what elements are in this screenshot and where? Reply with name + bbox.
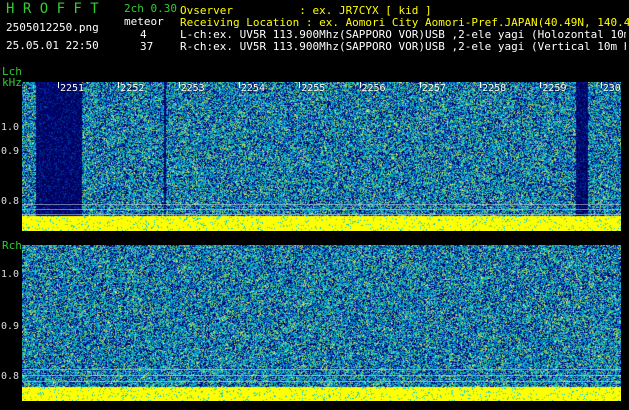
app-title: H R O F F T [6,1,99,17]
time-mark-label: 2252 [120,83,145,94]
meteor-label: meteor [124,15,164,28]
rch-ytick-1: 1.0 [1,269,20,280]
lch-ytick-2: 0.9 [1,146,20,157]
time-mark-label: 2254 [240,83,265,94]
rch-label: Rch [2,239,22,252]
rch-spectrogram [22,245,621,401]
time-mark-label: 2253 [180,83,205,94]
rch-ytick-2: 0.9 [1,321,20,332]
lch-spectrogram: 2251 2252 2253 2254 2255 2256 2257 2258 2259 2300 [22,82,621,231]
time-mark-label: 2300 [602,83,621,94]
time-mark-tick [600,82,602,88]
time-mark-label: 2257 [421,83,446,94]
time-mark-label: 2255 [301,83,326,94]
lch-ref-line-1 [22,204,621,205]
time-mark-tick [58,82,59,88]
time-mark-tick [419,82,421,88]
rch-ref-line-2 [22,375,621,376]
datetime: 25.05.01 22:50 [6,39,99,52]
time-mark-tick [178,82,180,88]
rch-ref-line-1 [22,369,621,370]
time-mark-label: 2258 [482,83,507,94]
lch-ytick-1: 1.0 [1,122,20,133]
lch-unit-label: kHz [2,76,22,89]
rch-info-line: R-ch:ex. UV5R 113.900Mhz(SAPPORO VOR)USB… [180,41,626,53]
time-mark-tick [359,82,361,88]
rch-ytick-3: 0.8 [1,371,20,382]
time-mark-label: 2259 [542,83,567,94]
lch-ref-line-2 [22,209,621,210]
rch-spectrogram-canvas [22,245,621,401]
channel-label: 2ch 0.30 [124,2,177,15]
filename: 2505012250.png [6,21,99,34]
lch-ref-line-3 [22,214,621,215]
time-mark-label: 2251 [60,83,85,94]
rch-ref-line-3 [22,381,621,382]
time-mark-tick [480,82,482,88]
lch-info-line: L-ch:ex. UV5R 113.900Mhz(SAPPORO VOR)USB… [180,29,626,41]
location-line: Receiving Location : ex. Aomori City Aom… [180,16,629,29]
time-mark-tick [238,82,240,88]
rch-meteor-count: 37 [140,40,154,53]
lch-ytick-3: 0.8 [1,196,20,207]
time-mark-label: 2256 [361,83,386,94]
